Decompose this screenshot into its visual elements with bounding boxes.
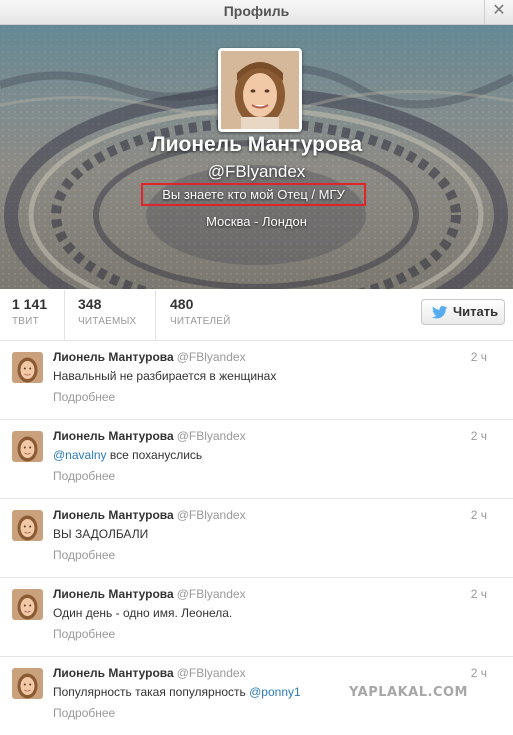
tweet-text-body: ВЫ ЗАДОЛБАЛИ: [53, 527, 149, 541]
tweet-item[interactable]: Лионель Мантурова @FBlyandex 2 ч Один ден…: [0, 578, 513, 657]
tweet-details-link[interactable]: Подробнее: [53, 469, 115, 483]
tweet-text-body: Популярность такая популярность: [53, 685, 250, 699]
tweet-item[interactable]: Лионель Мантурова @FBlyandex 2 ч ВЫ ЗАДОЛ…: [0, 499, 513, 578]
tweet-time: 2 ч: [470, 350, 487, 364]
tweet-author[interactable]: Лионель Мантурова @FBlyandex: [53, 666, 246, 680]
profile-stats: 1 141 ТВИТ 348 ЧИТАЕМЫХ 480 ЧИТАТЕЛЕЙ Чи…: [0, 290, 513, 341]
tweet-item[interactable]: Лионель Мантурова @FBlyandex 2 ч Навальны…: [0, 341, 513, 420]
follow-button[interactable]: Читать: [421, 299, 505, 325]
tweet-avatar[interactable]: [12, 352, 43, 383]
tweet-mention-link[interactable]: @navalny: [53, 448, 107, 462]
stat-tweets-value: 1 141: [12, 296, 48, 312]
tweet-username: @FBlyandex: [176, 350, 246, 364]
tweet-text: Популярность такая популярность @ponny1: [53, 685, 301, 699]
stat-tweets[interactable]: 1 141 ТВИТ: [12, 296, 47, 336]
profile-photo-icon: [221, 51, 299, 129]
tweet-details-link[interactable]: Подробнее: [53, 627, 115, 641]
follow-button-label: Читать: [453, 304, 499, 319]
tweet-text-body: Один день - одно имя. Леонела.: [53, 606, 233, 620]
tweet-avatar[interactable]: [12, 510, 43, 541]
tweet-author-name: Лионель Мантурова: [53, 508, 174, 522]
window-title: Профиль: [223, 3, 290, 19]
tweet-username: @FBlyandex: [176, 508, 246, 522]
tweet-author-name: Лионель Мантурова: [53, 587, 174, 601]
tweet-details-link[interactable]: Подробнее: [53, 548, 115, 562]
profile-handle: @FBlyandex: [207, 162, 306, 181]
tweet-time: 2 ч: [470, 508, 487, 522]
tweet-author[interactable]: Лионель Мантурова @FBlyandex: [53, 587, 246, 601]
tweet-username: @FBlyandex: [176, 666, 246, 680]
stat-following[interactable]: 348 ЧИТАЕМЫХ: [78, 296, 136, 336]
tweet-text: @navalny все похануслись: [53, 448, 202, 462]
tweet-avatar[interactable]: [12, 431, 43, 462]
tweet-text: ВЫ ЗАДОЛБАЛИ: [53, 527, 148, 541]
tweet-author-name: Лионель Мантурова: [53, 429, 174, 443]
close-icon[interactable]: ✕: [484, 0, 513, 24]
tweet-author[interactable]: Лионель Мантурова @FBlyandex: [53, 350, 246, 364]
tweet-text: Навальный не разбирается в женщинах: [53, 369, 276, 383]
tweet-details-link[interactable]: Подробнее: [53, 706, 115, 720]
avatar-photo-icon: [12, 431, 43, 462]
tweet-text-body: Навальный не разбирается в женщинах: [53, 369, 277, 383]
tweet-details-link[interactable]: Подробнее: [53, 390, 115, 404]
profile-avatar[interactable]: [218, 48, 302, 132]
profile-location: Москва - Лондон: [206, 214, 307, 229]
watermark: YAPLAKAL.COM: [349, 685, 468, 700]
stat-divider: [155, 290, 156, 340]
tweet-username: @FBlyandex: [176, 429, 246, 443]
tweet-author[interactable]: Лионель Мантурова @FBlyandex: [53, 508, 246, 522]
window-titlebar: Профиль ✕: [0, 0, 513, 25]
stat-following-value: 348: [78, 296, 102, 312]
tweet-time: 2 ч: [470, 587, 487, 601]
stat-followers-value: 480: [170, 296, 194, 312]
tweet-time: 2 ч: [470, 666, 487, 680]
profile-name: Лионель Мантурова: [150, 133, 363, 156]
stat-divider: [64, 290, 65, 340]
tweet-author-name: Лионель Мантурова: [53, 350, 174, 364]
stat-following-label: ЧИТАЕМЫХ: [78, 316, 137, 327]
stat-followers[interactable]: 480 ЧИТАТЕЛЕЙ: [170, 296, 231, 336]
tweet-time: 2 ч: [470, 429, 487, 443]
avatar-photo-icon: [12, 589, 43, 620]
profile-bio: Вы знаете кто мой Отец / МГУ: [141, 183, 366, 206]
avatar-photo-icon: [12, 510, 43, 541]
tweet-avatar[interactable]: [12, 589, 43, 620]
avatar-photo-icon: [12, 352, 43, 383]
avatar-photo-icon: [12, 668, 43, 699]
twitter-bird-icon: [432, 306, 448, 319]
tweet-mention-link[interactable]: @ponny1: [249, 685, 301, 699]
tweet-text-body: все похануслись: [106, 448, 203, 462]
tweet-author-name: Лионель Мантурова: [53, 666, 174, 680]
stat-tweets-label: ТВИТ: [12, 316, 39, 327]
tweet-avatar[interactable]: [12, 668, 43, 699]
tweet-author[interactable]: Лионель Мантурова @FBlyandex: [53, 429, 246, 443]
tweet-item[interactable]: Лионель Мантурова @FBlyandex 2 ч @navalny…: [0, 420, 513, 499]
tweet-text: Один день - одно имя. Леонела.: [53, 606, 232, 620]
stat-followers-label: ЧИТАТЕЛЕЙ: [170, 316, 231, 327]
profile-banner: Лионель Мантурова @FBlyandex Вы знаете к…: [0, 25, 513, 289]
tweet-username: @FBlyandex: [176, 587, 246, 601]
